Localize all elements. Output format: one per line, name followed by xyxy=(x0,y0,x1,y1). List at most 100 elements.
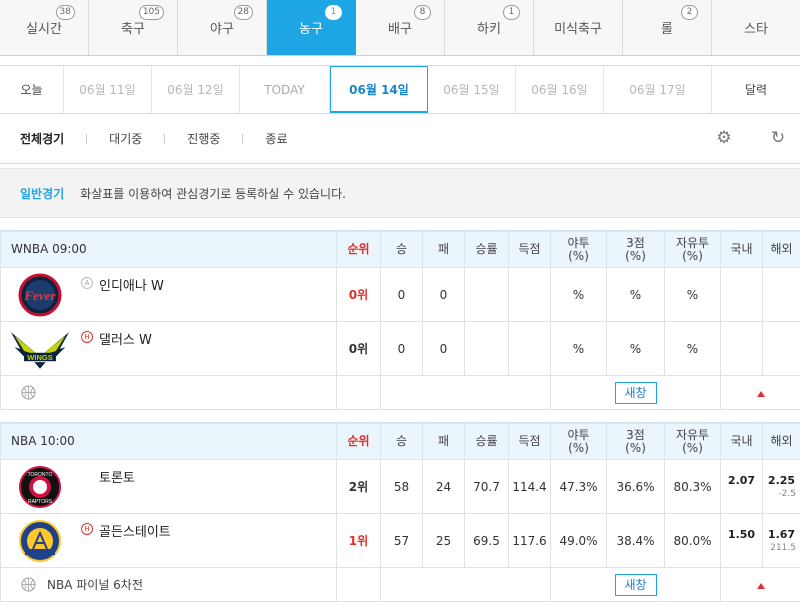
fg-pct: % xyxy=(551,322,607,376)
overseas-odds[interactable] xyxy=(763,268,800,322)
divider xyxy=(164,134,165,144)
table-row: H 골든스테이트 1위 57 25 69.5 117.6 49.0% 38.4%… xyxy=(1,514,800,568)
team-cell: WINGS H 댈러스 W xyxy=(1,322,337,376)
tab-volleyball[interactable]: 배구8 xyxy=(356,0,445,55)
tab-american-football[interactable]: 미식축구 xyxy=(534,0,623,55)
arrow-up-icon[interactable] xyxy=(757,583,765,589)
filter-all[interactable]: 전체경기 xyxy=(20,130,64,147)
svg-text:RAPTORS: RAPTORS xyxy=(28,499,53,505)
svg-text:WINGS: WINGS xyxy=(27,353,52,362)
header-ovs: 해외 xyxy=(763,424,800,460)
divider xyxy=(86,134,87,144)
team-rank: 0위 xyxy=(337,268,381,322)
game-note: NBA 파이널 6차전 xyxy=(47,578,143,592)
game-footer: NBA 파이널 6차전 xyxy=(1,568,337,602)
date-tab-active[interactable]: 06월 14일 xyxy=(330,66,428,113)
empty-cell xyxy=(337,568,381,602)
header-loss: 패 xyxy=(423,424,465,460)
count-badge: 2 xyxy=(681,5,698,20)
tab-label: 배구 xyxy=(388,18,412,37)
tab-label: 축구 xyxy=(121,18,145,37)
header-pct: 승률 xyxy=(465,424,509,460)
date-tab[interactable]: 06월 11일 xyxy=(64,66,152,113)
tab-label: 스타 xyxy=(744,18,768,37)
arrow-up-icon[interactable] xyxy=(757,391,765,397)
domestic-odds[interactable]: 1.50 xyxy=(721,514,763,568)
refresh-icon[interactable]: ↻ xyxy=(768,128,788,148)
team-name[interactable]: 댈러스 W xyxy=(99,329,152,348)
ft-pct: % xyxy=(665,268,721,322)
count-badge: 8 xyxy=(414,5,431,20)
wings-logo-icon: WINGS xyxy=(9,327,71,371)
overseas-odds[interactable] xyxy=(763,322,800,376)
raptors-logo-icon: TORONTO RAPTORS xyxy=(9,465,71,509)
date-tab[interactable]: 06월 15일 xyxy=(428,66,516,113)
count-badge: 28 xyxy=(234,5,253,20)
header-fg: 야투 (%) xyxy=(551,424,607,460)
losses: 24 xyxy=(423,460,465,514)
tab-realtime[interactable]: 실시간38 xyxy=(0,0,89,55)
three-pct: 36.6% xyxy=(607,460,665,514)
home-icon: H xyxy=(81,331,93,343)
domestic-odds[interactable] xyxy=(721,322,763,376)
new-window-button[interactable]: 새창 xyxy=(615,382,657,404)
header-dom: 국내 xyxy=(721,232,763,268)
count-badge: 1 xyxy=(503,5,520,20)
team-cell: TORONTO RAPTORS 토론토 xyxy=(1,460,337,514)
tab-label: 미식축구 xyxy=(554,18,602,37)
date-tab[interactable]: 06월 16일 xyxy=(516,66,604,113)
header-fg: 야투 (%) xyxy=(551,232,607,268)
tab-basketball[interactable]: 농구1 xyxy=(267,0,356,55)
team-rank: 2위 xyxy=(337,460,381,514)
table-row: Fever A 인디애나 W 0위 0 0 % % % xyxy=(1,268,800,322)
overseas-odds[interactable]: 2.25-2.5 xyxy=(763,460,800,514)
fg-pct: 47.3% xyxy=(551,460,607,514)
home-icon: H xyxy=(81,523,93,535)
team-name[interactable]: 인디애나 W xyxy=(99,275,164,294)
date-tab[interactable]: 06월 17일 xyxy=(604,66,712,113)
sport-tabs: 실시간38 축구105 야구28 농구1 배구8 하키1 미식축구 롤2 스타 xyxy=(0,0,800,56)
wins: 0 xyxy=(381,322,423,376)
date-tab[interactable]: 06월 12일 xyxy=(152,66,240,113)
filter-finished[interactable]: 종료 xyxy=(265,130,287,147)
tab-starcraft[interactable]: 스타 xyxy=(712,0,800,55)
fever-logo-icon: Fever xyxy=(9,273,71,317)
tab-lol[interactable]: 롤2 xyxy=(623,0,712,55)
header-three: 3점 (%) xyxy=(607,232,665,268)
losses: 0 xyxy=(423,322,465,376)
date-tabs: 오늘 06월 11일 06월 12일 TODAY 06월 14일 06월 15일… xyxy=(0,65,800,114)
header-rank: 순위 xyxy=(337,424,381,460)
game-footer-row: 새창 xyxy=(1,376,800,410)
team-name[interactable]: 토론토 xyxy=(99,467,135,486)
filter-in-progress[interactable]: 진행중 xyxy=(187,130,220,147)
new-window-button[interactable]: 새창 xyxy=(615,574,657,596)
new-window-cell: 새창 xyxy=(551,568,721,602)
tab-soccer[interactable]: 축구105 xyxy=(89,0,178,55)
count-badge: 105 xyxy=(139,5,164,20)
basketball-icon xyxy=(21,385,36,400)
overseas-odds[interactable]: 1.67211.5 xyxy=(763,514,800,568)
tab-label: 농구 xyxy=(299,18,323,37)
gear-icon[interactable]: ⚙ xyxy=(714,128,734,148)
points: 117.6 xyxy=(509,514,551,568)
date-today-button[interactable]: 오늘 xyxy=(0,66,64,113)
tab-baseball[interactable]: 야구28 xyxy=(178,0,267,55)
fg-pct: 49.0% xyxy=(551,514,607,568)
filter-waiting[interactable]: 대기중 xyxy=(109,130,142,147)
tab-hockey[interactable]: 하키1 xyxy=(445,0,534,55)
domestic-odds[interactable] xyxy=(721,268,763,322)
date-tab-today[interactable]: TODAY xyxy=(240,66,330,113)
calendar-button[interactable]: 달력 xyxy=(712,66,800,113)
team-name[interactable]: 골든스테이트 xyxy=(99,521,171,540)
header-pct: 승률 xyxy=(465,232,509,268)
points: 114.4 xyxy=(509,460,551,514)
game-footer-row: NBA 파이널 6차전 새창 xyxy=(1,568,800,602)
svg-text:TORONTO: TORONTO xyxy=(28,472,53,478)
domestic-odds[interactable]: 2.07 xyxy=(721,460,763,514)
header-win: 승 xyxy=(381,424,423,460)
handicap-value: -2.5 xyxy=(763,489,800,499)
svg-text:Fever: Fever xyxy=(23,288,56,303)
odds-value: 2.07 xyxy=(728,474,755,487)
warriors-logo-icon xyxy=(9,519,71,563)
three-pct: % xyxy=(607,268,665,322)
